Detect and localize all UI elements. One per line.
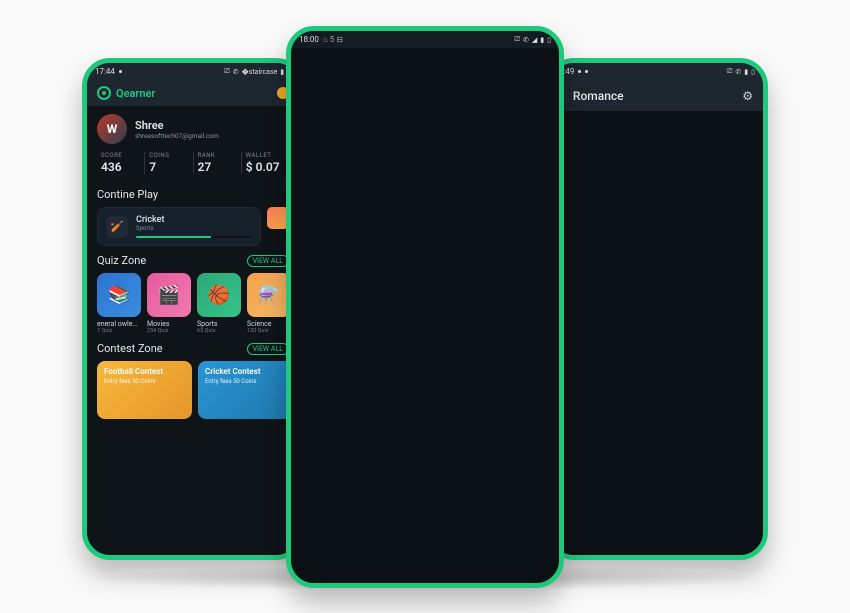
quiz-heading: Quiz Zone <box>97 254 146 267</box>
signal-icon: ▮ <box>744 68 748 76</box>
signal-icon: ▮ <box>540 36 544 44</box>
movie-icon: 🎬 <box>147 273 191 317</box>
wifi-icon: �staircase <box>242 68 278 76</box>
quiz-card-science[interactable]: ⚗️ Science 120 Quiz <box>247 273 289 334</box>
stat-wallet: WALLET $ 0.07 <box>242 152 289 174</box>
signal-icon: ▮ <box>280 68 284 76</box>
profile-email: shreesofttech07@gmail.com <box>135 132 219 140</box>
phone-center: 18:00 ⌂ 5 ⊟ ⎚ ✆ ◢ ▮ ▯ <box>286 26 564 588</box>
continue-progress-bar <box>136 236 252 238</box>
continue-sub: Sports <box>136 225 252 232</box>
brand-name: Qearner <box>116 87 155 100</box>
status-bar: 18:00 ⌂ 5 ⊟ ⎚ ✆ ◢ ▮ ▯ <box>291 31 559 48</box>
avatar[interactable]: W <box>97 114 127 144</box>
status-bar: 17:44 ⎚ ✆ �staircase ▮ ▯ <box>87 63 299 80</box>
contest-card-football[interactable]: Football Contest Entry fees 50 Coins <box>97 361 192 419</box>
phone-right: 7:49 ⎚ ✆ ▮ ▯ ‹ Romance ⚙ <box>546 58 768 560</box>
app-brand[interactable]: Qearner <box>97 86 155 100</box>
page-title: Romance <box>573 89 624 103</box>
continue-card[interactable]: 🏏 Cricket Sports <box>97 207 261 246</box>
contest-zone-section: Contest Zone VIEW ALL Football Contest E… <box>87 336 299 421</box>
cast-icon: ⎚ <box>514 35 520 44</box>
status-time: 17:44 <box>95 67 115 76</box>
sports-icon: 🏀 <box>197 273 241 317</box>
volte-icon: ✆ <box>233 68 239 76</box>
wifi-icon: ◢ <box>532 36 537 44</box>
phone-left: 17:44 ⎚ ✆ �staircase ▮ ▯ Qearner <box>82 58 304 560</box>
volte-icon: ✆ <box>523 36 529 44</box>
cast-icon: ⎚ <box>727 67 733 76</box>
contest-card-cricket[interactable]: Cricket Contest Entry fees 50 Coins <box>198 361 289 419</box>
page-body <box>291 48 559 583</box>
page-body <box>551 111 763 555</box>
status-time: 18:00 <box>299 35 319 44</box>
quiz-zone-section: Quiz Zone VIEW ALL 📚 eneral owledge 7 Qu… <box>87 248 299 336</box>
battery-icon: ▯ <box>547 36 551 44</box>
brand-logo-icon <box>97 86 111 100</box>
science-icon: ⚗️ <box>247 273 289 317</box>
settings-icon[interactable]: ⚙ <box>742 89 753 103</box>
stats-row: SCORE 436 COINS 7 RANK 27 WALLET $ 0.07 <box>97 152 289 174</box>
app-header: Qearner <box>87 80 299 106</box>
status-extra: ⌂ 5 ⊟ <box>323 35 343 44</box>
continue-heading: Contine Play <box>97 188 158 201</box>
contest-heading: Contest Zone <box>97 342 163 355</box>
contest-view-all[interactable]: VIEW ALL <box>247 343 289 355</box>
stat-rank: RANK 27 <box>194 152 242 174</box>
quiz-card-movies[interactable]: 🎬 Movies 254 Quiz <box>147 273 191 334</box>
status-icons: ⎚ ✆ ◢ ▮ ▯ <box>514 35 551 44</box>
quiz-card-general[interactable]: 📚 eneral owledge 7 Quiz <box>97 273 141 334</box>
profile-block: W Shree shreesofttech07@gmail.com SCORE … <box>87 106 299 182</box>
stat-coins: COINS 7 <box>145 152 193 174</box>
stat-score: SCORE 436 <box>97 152 145 174</box>
battery-icon: ▯ <box>751 68 755 76</box>
status-icons: ⎚ ✆ �staircase ▮ ▯ <box>224 67 291 76</box>
cast-icon: ⎚ <box>224 67 230 76</box>
volte-icon: ✆ <box>735 68 741 76</box>
quiz-card-sports[interactable]: 🏀 Sports 65 Quiz <box>197 273 241 334</box>
quiz-view-all[interactable]: VIEW ALL <box>247 255 289 267</box>
cricket-icon: 🏏 <box>106 216 128 238</box>
page-header: ‹ Romance ⚙ <box>551 80 763 111</box>
continue-title: Cricket <box>136 215 252 225</box>
status-icons: ⎚ ✆ ▮ ▯ <box>727 67 755 76</box>
profile-name: Shree <box>135 119 219 132</box>
status-bar: 7:49 ⎚ ✆ ▮ ▯ <box>551 63 763 80</box>
books-icon: 📚 <box>97 273 141 317</box>
continue-play-section: Contine Play 🏏 Cricket Sports <box>87 182 299 248</box>
